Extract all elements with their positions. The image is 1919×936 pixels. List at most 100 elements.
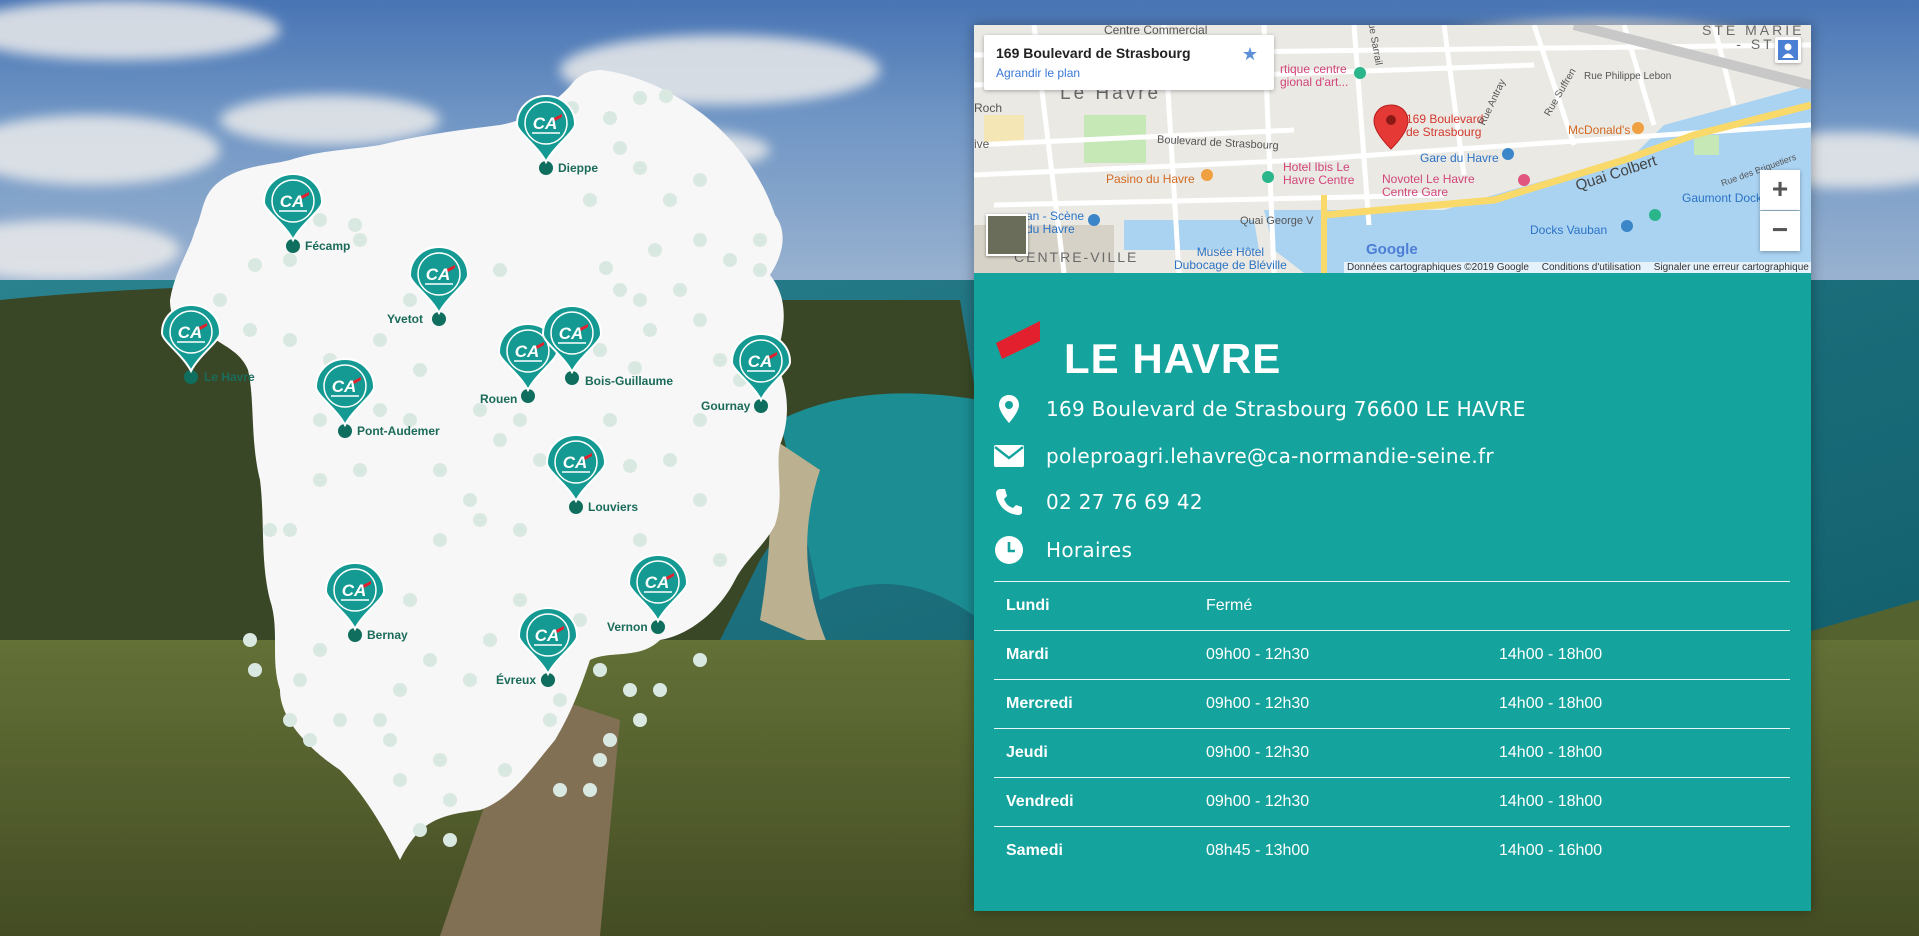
city-label-pont-audemer[interactable]: Pont-Audemer <box>357 424 440 438</box>
city-label-evreux[interactable]: Évreux <box>496 672 536 687</box>
street-view-pegman-icon[interactable] <box>1775 37 1801 63</box>
hours-cell-am: 09h00 - 12h30 <box>1206 777 1499 827</box>
city-label-gournay[interactable]: Gournay <box>701 399 751 413</box>
decorative-dot <box>553 783 567 797</box>
decorative-dot <box>283 713 297 727</box>
city-label-louviers[interactable]: Louviers <box>588 500 638 514</box>
decorative-dot <box>613 283 627 297</box>
hours-row: Horaires <box>994 534 1132 566</box>
brand-flag-icon <box>996 321 1040 359</box>
email-row[interactable]: poleproagri.lehavre@ca-normandie-seine.f… <box>994 440 1494 472</box>
decorative-dot <box>243 323 257 337</box>
decorative-dot <box>283 523 297 537</box>
ca-logo-icon: CA <box>645 573 670 592</box>
attrib-data: Données cartographiques ©2019 Google <box>1347 262 1529 273</box>
map-label-roch: Roch <box>974 101 1003 115</box>
decorative-dot <box>693 493 707 507</box>
map-info-card: 169 Boulevard de Strasbourg Agrandir le … <box>984 35 1274 90</box>
decorative-dot <box>513 413 527 427</box>
decorative-dot <box>313 413 327 427</box>
decorative-dot <box>333 713 347 727</box>
hours-cell-am: 09h00 - 12h30 <box>1206 679 1499 729</box>
envelope-icon <box>994 441 1024 471</box>
agency-address: 169 Boulevard de Strasbourg 76600 LE HAV… <box>1046 397 1526 421</box>
decorative-dot <box>593 663 607 677</box>
hours-table-row: Mardi 09h00 - 12h30 14h00 - 18h00 <box>994 630 1790 680</box>
city-label-bernay[interactable]: Bernay <box>367 628 408 642</box>
decorative-dot <box>633 533 647 547</box>
attrib-report-link[interactable]: Signaler une erreur cartographique <box>1654 262 1809 273</box>
decorative-dot <box>383 733 397 747</box>
decorative-dot <box>463 493 477 507</box>
decorative-dot <box>313 643 327 657</box>
decorative-dot <box>443 833 457 847</box>
decorative-dot <box>713 553 727 567</box>
decorative-dot <box>633 293 647 307</box>
city-label-rouen[interactable]: Rouen <box>480 392 517 406</box>
decorative-dot <box>513 523 527 537</box>
zoom-out-button[interactable]: − <box>1760 211 1800 251</box>
hours-cell-am: Fermé <box>1206 581 1499 631</box>
decorative-dot <box>583 783 597 797</box>
agency-title: LE HAVRE <box>1064 335 1282 382</box>
agency-panel: Le Havre CENTRE-VILLE 169 Boulevard de S… <box>974 25 1811 911</box>
hours-cell-day: Jeudi <box>994 728 1206 778</box>
phone-row[interactable]: 02 27 76 69 42 <box>994 486 1203 518</box>
decorative-dot <box>723 253 737 267</box>
map-label-musee: Musée Hôtel Dubocage de Bléville <box>1174 245 1287 272</box>
decorative-dot <box>353 233 367 247</box>
phone-icon <box>994 487 1024 517</box>
agency-email-link[interactable]: poleproagri.lehavre@ca-normandie-seine.f… <box>1046 444 1494 468</box>
map-label-gare: Gare du Havre <box>1420 151 1499 165</box>
hours-table-row: Vendredi 09h00 - 12h30 14h00 - 18h00 <box>994 777 1790 827</box>
address-row: 169 Boulevard de Strasbourg 76600 LE HAV… <box>994 393 1526 425</box>
decorative-dot <box>263 523 277 537</box>
decorative-dot <box>433 533 447 547</box>
decorative-dot <box>693 173 707 187</box>
ca-logo-icon: CA <box>535 626 560 645</box>
decorative-dot <box>533 453 547 467</box>
decorative-dot <box>663 453 677 467</box>
decorative-dot <box>713 353 727 367</box>
decorative-dot <box>403 593 417 607</box>
hours-cell-pm <box>1499 581 1790 631</box>
ca-logo-icon: CA <box>748 352 773 371</box>
decorative-dot <box>373 333 387 347</box>
satellite-toggle-button[interactable] <box>986 214 1028 256</box>
city-label-dieppe[interactable]: Dieppe <box>558 161 598 175</box>
hours-table-row: Jeudi 09h00 - 12h30 14h00 - 18h00 <box>994 728 1790 778</box>
decorative-dot <box>493 433 507 447</box>
decorative-dot <box>673 283 687 297</box>
hours-cell-pm: 14h00 - 18h00 <box>1499 630 1790 680</box>
decorative-dot <box>498 763 512 777</box>
decorative-dot <box>483 633 497 647</box>
decorative-dot <box>433 463 447 477</box>
agency-phone-link[interactable]: 02 27 76 69 42 <box>1046 490 1203 514</box>
hours-cell-day: Lundi <box>994 581 1206 631</box>
hours-cell-pm: 14h00 - 16h00 <box>1499 826 1790 875</box>
map-attribution: Données cartographiques ©2019 Google Con… <box>1344 262 1811 273</box>
attrib-terms-link[interactable]: Conditions d'utilisation <box>1542 262 1641 273</box>
decorative-dot <box>283 333 297 347</box>
save-star-icon[interactable]: ★ <box>1242 44 1258 65</box>
city-label-le-havre[interactable]: Le Havre <box>204 370 255 384</box>
hours-cell-pm: 14h00 - 18h00 <box>1499 679 1790 729</box>
decorative-dot <box>313 213 327 227</box>
google-map[interactable]: Le Havre CENTRE-VILLE 169 Boulevard de S… <box>974 25 1811 273</box>
city-label-vernon[interactable]: Vernon <box>607 620 648 634</box>
city-label-yvetot[interactable]: Yvetot <box>387 312 423 326</box>
decorative-dot <box>293 673 307 687</box>
city-label-fecamp[interactable]: Fécamp <box>305 239 350 253</box>
decorative-dot <box>513 593 527 607</box>
ca-logo-icon: CA <box>332 377 357 396</box>
decorative-dot <box>413 823 427 837</box>
opening-hours-table: Lundi Fermé Mardi 09h00 - 12h30 14h00 - 18h0… <box>994 581 1790 875</box>
enlarge-map-link[interactable]: Agrandir le plan <box>996 66 1080 80</box>
decorative-dot <box>463 673 477 687</box>
zoom-in-button[interactable]: + <box>1760 170 1800 210</box>
decorative-dot <box>433 753 447 767</box>
decorative-dot <box>283 253 297 267</box>
map-label-philippe: Rue Philippe Lebon <box>1584 71 1672 82</box>
city-label-bois-guillaume[interactable]: Bois-Guillaume <box>585 374 673 388</box>
hours-cell-am: 09h00 - 12h30 <box>1206 630 1499 680</box>
